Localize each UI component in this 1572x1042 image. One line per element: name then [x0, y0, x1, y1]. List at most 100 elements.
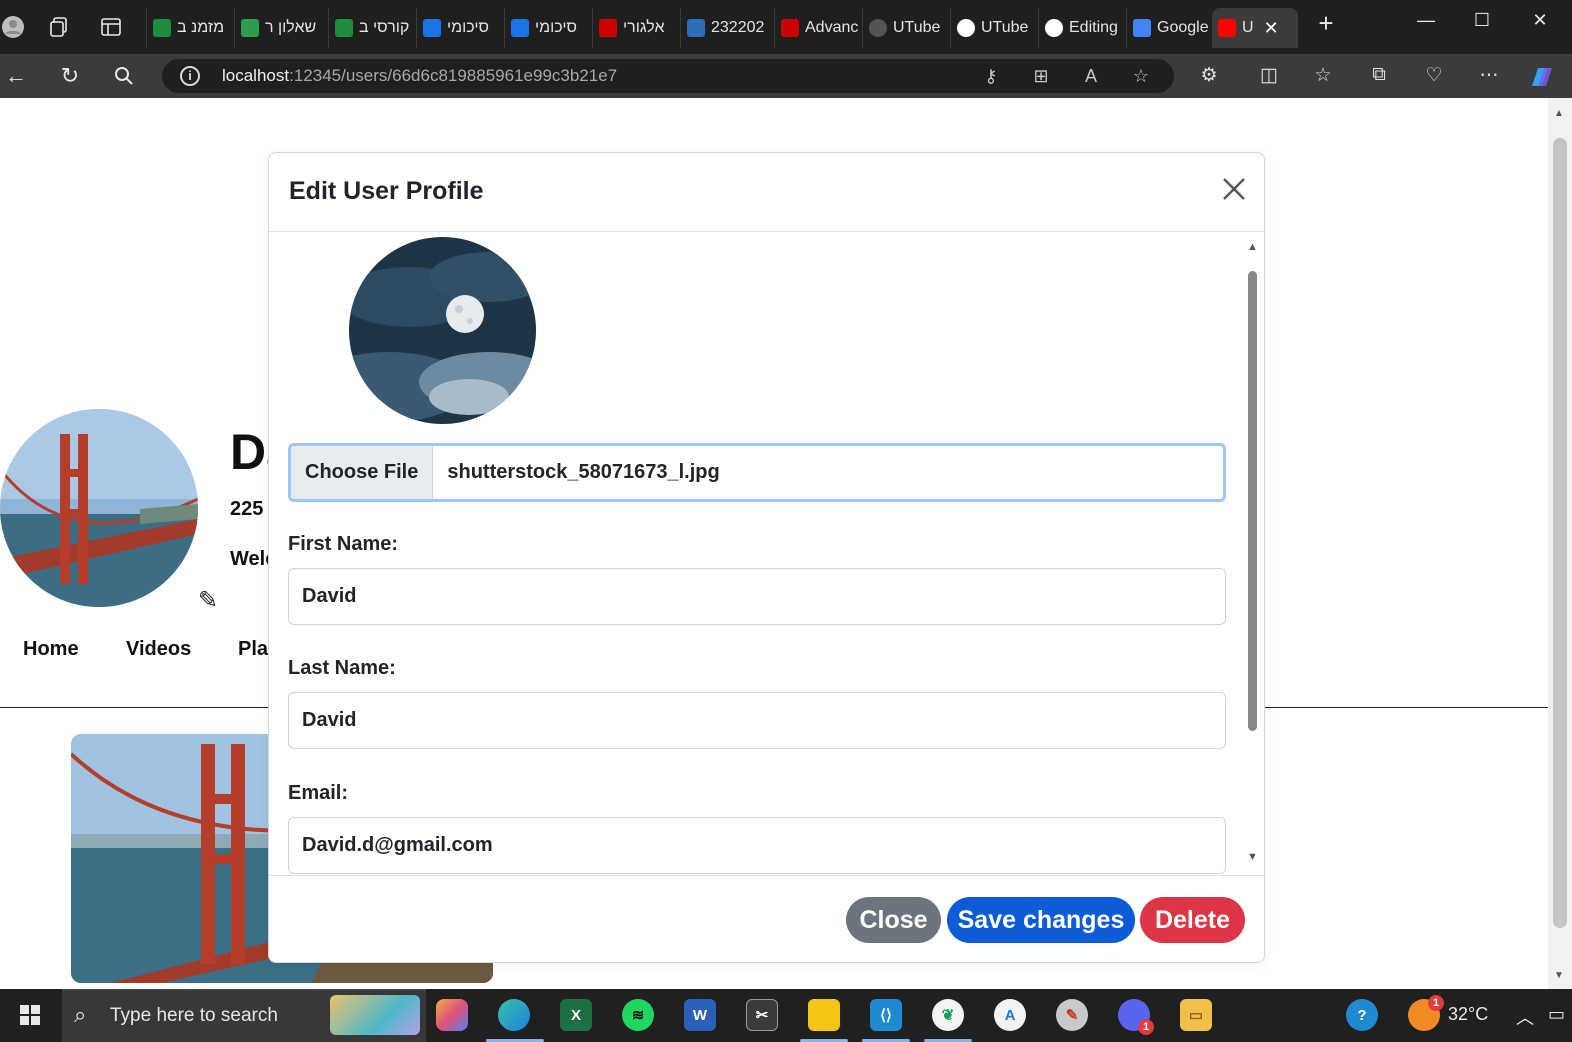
read-aloud-icon[interactable]: A: [1080, 66, 1102, 88]
browser-tab[interactable]: סיכומי: [416, 8, 502, 48]
chatgpt-icon: [869, 19, 887, 37]
choose-file-button[interactable]: Choose File: [291, 446, 434, 499]
favorite-star-icon[interactable]: ☆: [1130, 66, 1152, 88]
browser-tab-active[interactable]: U ✕: [1212, 8, 1298, 48]
browser-tab[interactable]: Advanc: [774, 8, 860, 48]
browser-tab[interactable]: 232202: [680, 8, 772, 48]
browser-tab[interactable]: Google: [1126, 8, 1212, 48]
close-button[interactable]: Close: [846, 897, 941, 943]
edit-pencil-icon[interactable]: ✎: [198, 586, 218, 615]
search-icon: ⌕: [74, 1002, 87, 1027]
scroll-down-arrow-icon[interactable]: ▼: [1247, 851, 1258, 863]
favorites-icon[interactable]: ☆: [1310, 64, 1336, 90]
more-menu-icon[interactable]: ⋯: [1476, 64, 1502, 90]
site-info-icon[interactable]: i: [180, 66, 200, 86]
avatar-preview: [349, 237, 536, 424]
file-explorer-icon[interactable]: ▭: [1180, 999, 1212, 1031]
browser-tab[interactable]: UTube: [862, 8, 948, 48]
github-icon: [1045, 19, 1063, 37]
browser-tab[interactable]: מזמנ ב: [146, 8, 232, 48]
notification-badge: 1: [1428, 995, 1444, 1011]
discord-icon[interactable]: 1: [1118, 999, 1154, 1035]
search-highlight-icon[interactable]: [330, 995, 420, 1035]
browser-tab[interactable]: קורסי ב: [328, 8, 414, 48]
first-name-label: First Name:: [288, 533, 399, 555]
nav-videos[interactable]: Videos: [126, 638, 191, 661]
modal-scrollbar-thumb[interactable]: [1248, 271, 1257, 731]
email-label: Email:: [288, 782, 349, 804]
modal-title: Edit User Profile: [289, 177, 484, 205]
help-icon[interactable]: ?: [1346, 999, 1378, 1031]
scroll-up-arrow-icon[interactable]: ▲: [1247, 241, 1258, 253]
paint-icon[interactable]: ✎: [1056, 999, 1088, 1031]
sheets-icon: [241, 19, 259, 37]
profile-icon[interactable]: [0, 14, 26, 40]
scroll-down-arrow-icon[interactable]: ▼: [1554, 970, 1564, 981]
edge-browser-icon[interactable]: [498, 999, 530, 1031]
page-scrollbar[interactable]: ▲ ▼: [1548, 98, 1572, 989]
windows-start-icon[interactable]: [14, 999, 46, 1031]
subscriber-count: 225: [230, 498, 264, 520]
close-window-button[interactable]: ✕: [1520, 10, 1560, 31]
app-available-icon[interactable]: ⊞: [1030, 66, 1052, 88]
url-text[interactable]: localhost:12345/users/66d6c819885961e99c…: [222, 66, 617, 86]
last-name-field[interactable]: David: [288, 692, 1226, 749]
copilot-icon[interactable]: [436, 999, 468, 1031]
network-icon[interactable]: ▭: [1548, 1004, 1565, 1025]
file-input[interactable]: Choose File shutterstock_58071673_l.jpg: [288, 443, 1226, 502]
workspaces-icon[interactable]: [46, 14, 72, 40]
split-screen-icon[interactable]: ◫: [1256, 64, 1282, 90]
youtube-icon: [1218, 19, 1236, 37]
browser-tab[interactable]: UTube: [950, 8, 1036, 48]
scroll-up-arrow-icon[interactable]: ▲: [1554, 108, 1564, 119]
excel-icon[interactable]: X: [560, 999, 592, 1031]
modal-footer: Close Save changes Delete: [269, 875, 1264, 962]
save-changes-button[interactable]: Save changes: [947, 897, 1135, 943]
sticky-notes-icon[interactable]: [808, 999, 840, 1031]
close-tab-icon[interactable]: ✕: [1264, 18, 1279, 39]
maximize-window-button[interactable]: ☐: [1462, 10, 1502, 31]
vertical-tabs-icon[interactable]: [98, 14, 124, 40]
search-icon[interactable]: [110, 62, 138, 90]
collections-icon[interactable]: ⧉: [1366, 64, 1392, 90]
drive-icon: [153, 19, 171, 37]
moodle-icon: [687, 19, 705, 37]
nav-home[interactable]: Home: [23, 638, 79, 661]
browser-tab[interactable]: שאלון ר: [234, 8, 326, 48]
profile-picture[interactable]: [0, 409, 198, 607]
windows-taskbar: ⌕ Type here to search X ≋ W ✂ ⟨⟩ ❦ A ✎ 1…: [0, 989, 1572, 1042]
word-icon[interactable]: W: [684, 999, 716, 1031]
email-field[interactable]: David.d@gmail.com: [288, 817, 1226, 874]
last-name-label: Last Name:: [288, 657, 396, 679]
nav-playlists[interactable]: Pla: [238, 638, 268, 661]
browser-essentials-icon[interactable]: ♡: [1421, 64, 1447, 90]
minimize-window-button[interactable]: —: [1406, 10, 1446, 31]
snipping-tool-icon[interactable]: ✂: [746, 999, 778, 1031]
modal-scrollbar[interactable]: ▲ ▼: [1245, 241, 1261, 871]
refresh-icon[interactable]: ↻: [56, 62, 84, 90]
browser-toolbar: ← ↻ i localhost:12345/users/66d6c8198859…: [0, 54, 1572, 98]
vscode-icon[interactable]: ⟨⟩: [870, 999, 902, 1031]
chatgpt-icon: [957, 19, 975, 37]
google-translate-icon: [1133, 19, 1151, 37]
edit-profile-modal: Edit User Profile Choose File shuttersto…: [268, 152, 1265, 963]
android-studio-icon[interactable]: A: [994, 999, 1026, 1031]
scrollbar-thumb[interactable]: [1553, 138, 1567, 928]
browser-tab[interactable]: Editing: [1038, 8, 1124, 48]
back-arrow-icon[interactable]: ←: [2, 62, 30, 90]
close-icon[interactable]: [1217, 177, 1251, 211]
copilot-icon[interactable]: [1528, 64, 1554, 90]
new-tab-button[interactable]: +: [1306, 8, 1346, 39]
first-name-field[interactable]: David: [288, 568, 1226, 625]
browser-tab[interactable]: סיכומי: [504, 8, 590, 48]
drive-icon: [335, 19, 353, 37]
extensions-icon[interactable]: ⚙: [1196, 64, 1222, 90]
weather-icon[interactable]: 1: [1408, 995, 1444, 1031]
chevron-up-icon[interactable]: ︿: [1516, 1004, 1534, 1030]
spotify-icon[interactable]: ≋: [622, 999, 654, 1031]
browser-tab[interactable]: אלגורי: [592, 8, 678, 48]
mongodb-icon[interactable]: ❦: [932, 999, 964, 1031]
address-bar[interactable]: i localhost:12345/users/66d6c819885961e9…: [162, 59, 1174, 93]
delete-button[interactable]: Delete: [1140, 897, 1245, 943]
password-key-icon[interactable]: ⚷: [980, 66, 1002, 88]
